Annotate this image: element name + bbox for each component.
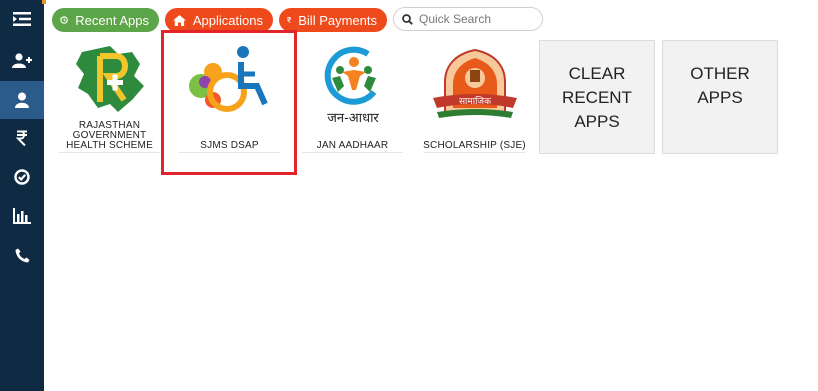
user-icon [15, 92, 29, 108]
search-icon [402, 13, 413, 25]
bill-payments-label: Bill Payments [298, 12, 377, 28]
recent-apps-label: Recent Apps [75, 12, 149, 28]
quick-search-input[interactable] [419, 12, 537, 26]
home-icon [173, 14, 186, 26]
jan-aadhaar-logo: जन-आधार [324, 46, 379, 126]
history-icon [60, 16, 68, 24]
bar-chart-icon [13, 208, 31, 224]
app-tile-jan-aadhaar[interactable]: जन-आधार JAN AADHAAR [296, 40, 409, 153]
app-label: JAN AADHAAR [316, 140, 389, 151]
sidebar-item-add-user[interactable] [0, 42, 44, 80]
sidebar-item-contact[interactable] [0, 236, 44, 274]
emblem-logo: सामाजिक [432, 48, 517, 118]
check-circle-icon [14, 169, 30, 185]
rghs-logo [75, 46, 144, 112]
applications-label: Applications [192, 12, 263, 28]
quick-search-box[interactable] [393, 7, 543, 31]
bill-payments-button[interactable]: Bill Payments [279, 8, 387, 32]
applications-button[interactable]: Applications [165, 8, 273, 32]
menu-toggle-button[interactable] [0, 0, 44, 38]
clear-recent-apps-button[interactable]: CLEAR RECENT APPS [539, 40, 655, 154]
other-apps-label: OTHER APPS [690, 64, 750, 107]
sidebar-item-status[interactable] [0, 158, 44, 196]
add-user-icon [12, 53, 32, 68]
recent-apps-button[interactable]: Recent Apps [52, 8, 159, 32]
sidebar [0, 0, 44, 391]
sidebar-item-reports[interactable] [0, 197, 44, 235]
jan-aadhaar-logo-text: जन-आधार [327, 111, 379, 126]
emblem-logo-text: सामाजिक [458, 95, 491, 107]
app-label: SCHOLARSHIP (SJE) [423, 140, 526, 151]
selection-highlight [161, 30, 297, 175]
sidebar-item-user[interactable] [0, 81, 44, 119]
app-label: RAJASTHAN GOVERNMENT HEALTH SCHEME [66, 120, 153, 151]
rupee-icon [287, 17, 292, 23]
other-apps-button[interactable]: OTHER APPS [662, 40, 778, 154]
clear-recent-apps-label: CLEAR RECENT APPS [562, 64, 632, 131]
app-tile-scholarship[interactable]: सामाजिक SCHOLARSHIP (SJE) [418, 40, 531, 153]
sidebar-item-payments[interactable] [0, 119, 44, 157]
menu-toggle-icon [13, 12, 31, 26]
phone-icon [15, 248, 29, 262]
rupee-icon [16, 130, 27, 146]
app-tile-rghs[interactable]: RAJASTHAN GOVERNMENT HEALTH SCHEME [53, 40, 166, 153]
